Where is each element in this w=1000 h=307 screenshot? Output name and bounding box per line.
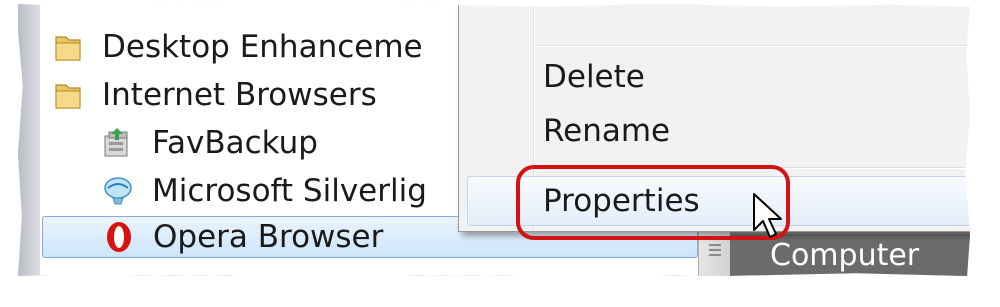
tree-item-label: FavBackup bbox=[152, 125, 318, 161]
folder-icon bbox=[48, 75, 88, 115]
mouse-cursor-icon bbox=[753, 193, 782, 238]
tree-item-label: Microsoft Silverlig bbox=[152, 173, 427, 209]
menu-separator bbox=[537, 45, 970, 47]
window-border bbox=[18, 4, 40, 276]
annotation-highlight-ring bbox=[516, 165, 790, 240]
favbackup-app-icon bbox=[98, 123, 138, 163]
folder-icon bbox=[48, 27, 88, 67]
computer-label: Computer bbox=[770, 238, 920, 273]
menu-item-delete[interactable]: Delete bbox=[543, 59, 645, 95]
tree-item-label: Opera Browser bbox=[153, 219, 384, 255]
scrollbar-grip bbox=[709, 244, 721, 246]
tree-item-label: Desktop Enhanceme bbox=[102, 29, 423, 65]
opera-logo-icon bbox=[99, 217, 139, 257]
silverlight-app-icon bbox=[98, 171, 138, 211]
screenshot-frame: Desktop Enhanceme Internet Browsers FavB… bbox=[18, 4, 970, 276]
tree-item-label: Internet Browsers bbox=[102, 77, 377, 113]
menu-item-rename[interactable]: Rename bbox=[543, 113, 670, 149]
